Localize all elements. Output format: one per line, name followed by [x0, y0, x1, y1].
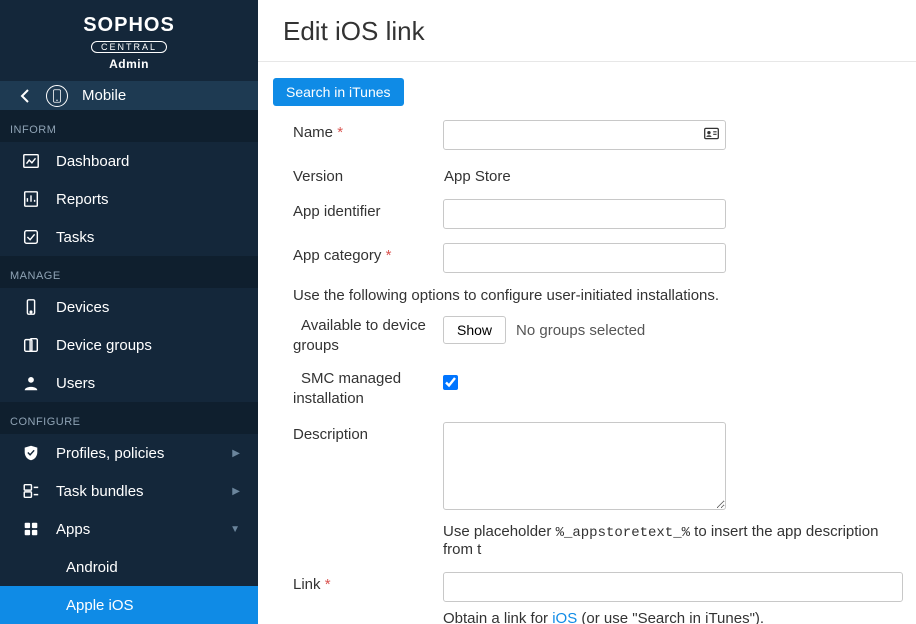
reports-icon — [20, 190, 42, 208]
smc-managed-checkbox[interactable] — [443, 375, 458, 390]
show-groups-button[interactable]: Show — [443, 316, 506, 344]
section-manage: MANAGE Devices Device groups Users — [0, 256, 258, 402]
sidebar-subitem-android[interactable]: Android — [0, 548, 258, 586]
brand-sub2: Admin — [0, 57, 258, 71]
sidebar-item-label: Users — [56, 375, 95, 392]
tasks-icon — [20, 228, 42, 246]
sidebar-item-label: Android — [66, 559, 118, 576]
app-category-input[interactable] — [443, 243, 726, 273]
section-header-manage: MANAGE — [0, 256, 258, 288]
device-icon — [20, 298, 42, 316]
sidebar-item-label: Apple iOS — [66, 597, 134, 614]
sidebar-item-devices[interactable]: Devices — [0, 288, 258, 326]
sidebar-item-profiles-policies[interactable]: Profiles, policies ▶ — [0, 434, 258, 472]
brand-sub1: CENTRAL — [91, 41, 167, 53]
label-version: Version — [273, 164, 443, 185]
back-icon[interactable] — [18, 86, 32, 106]
breadcrumb-label: Mobile — [82, 87, 126, 104]
ios-link[interactable]: iOS — [552, 610, 577, 624]
label-description: Description — [273, 422, 443, 443]
sidebar: SOPHOS CENTRAL Admin Mobile INFORM Dashb… — [0, 0, 258, 624]
main-content: Edit iOS link Search in iTunes Name * Ve… — [258, 0, 916, 624]
chevron-down-icon: ▼ — [230, 524, 240, 535]
device-groups-icon — [20, 336, 42, 354]
brand-name: SOPHOS — [0, 14, 258, 37]
section-header-configure: CONFIGURE — [0, 402, 258, 434]
section-configure: CONFIGURE Profiles, policies ▶ Task bund… — [0, 402, 258, 624]
breadcrumb[interactable]: Mobile — [0, 81, 258, 110]
users-icon — [20, 374, 42, 392]
apps-icon — [20, 520, 42, 538]
sidebar-item-label: Devices — [56, 299, 109, 316]
label-app-category: App category * — [273, 243, 443, 264]
sidebar-subitem-apple-ios[interactable]: Apple iOS — [0, 586, 258, 624]
label-link: Link * — [273, 572, 443, 593]
link-input[interactable] — [443, 572, 903, 602]
search-itunes-button[interactable]: Search in iTunes — [273, 78, 404, 106]
options-hint: Use the following options to configure u… — [273, 287, 916, 304]
brand-logo: SOPHOS CENTRAL Admin — [0, 0, 258, 81]
sidebar-item-tasks[interactable]: Tasks — [0, 218, 258, 256]
shield-icon — [20, 444, 42, 462]
sidebar-item-label: Reports — [56, 191, 109, 208]
chevron-right-icon: ▶ — [232, 486, 240, 497]
name-input[interactable] — [443, 120, 726, 150]
mobile-icon — [46, 85, 68, 107]
dashboard-icon — [20, 152, 42, 170]
sidebar-item-device-groups[interactable]: Device groups — [0, 326, 258, 364]
section-header-inform: INFORM — [0, 110, 258, 142]
sidebar-item-dashboard[interactable]: Dashboard — [0, 142, 258, 180]
sidebar-item-users[interactable]: Users — [0, 364, 258, 402]
bundles-icon — [20, 482, 42, 500]
sidebar-item-label: Profiles, policies — [56, 445, 164, 462]
label-name: Name * — [273, 120, 443, 141]
sidebar-item-label: Apps — [56, 521, 90, 538]
sidebar-item-task-bundles[interactable]: Task bundles ▶ — [0, 472, 258, 510]
sidebar-item-label: Tasks — [56, 229, 94, 246]
page-title: Edit iOS link — [258, 0, 916, 62]
sidebar-item-reports[interactable]: Reports — [0, 180, 258, 218]
sidebar-item-label: Dashboard — [56, 153, 129, 170]
contact-card-icon[interactable] — [703, 125, 720, 147]
sidebar-item-label: Device groups — [56, 337, 152, 354]
label-smc-managed: SMC managed installation — [273, 369, 443, 408]
placeholder-hint: Use placeholder %_appstoretext_% to inse… — [443, 523, 906, 558]
label-app-identifier: App identifier — [273, 199, 443, 220]
description-textarea[interactable] — [443, 422, 726, 510]
section-inform: INFORM Dashboard Reports Tasks — [0, 110, 258, 256]
sidebar-item-label: Task bundles — [56, 483, 144, 500]
app-identifier-input[interactable] — [443, 199, 726, 229]
version-value: App Store — [443, 164, 906, 185]
no-groups-text: No groups selected — [516, 322, 645, 339]
sidebar-item-apps[interactable]: Apps ▼ — [0, 510, 258, 548]
chevron-right-icon: ▶ — [232, 448, 240, 459]
label-available-groups: Available to device groups — [273, 316, 443, 355]
link-hint: Obtain a link for iOS (or use "Search in… — [443, 610, 906, 624]
